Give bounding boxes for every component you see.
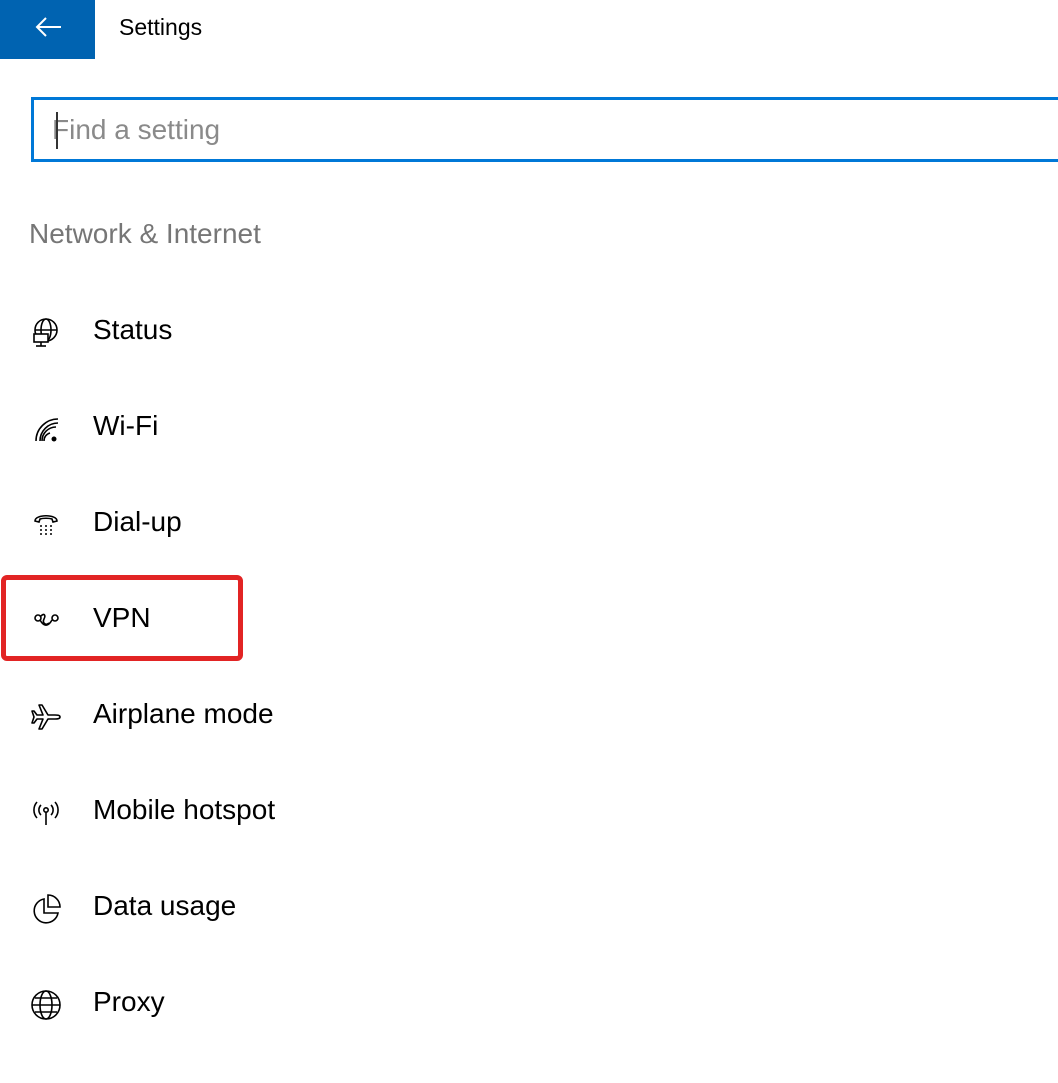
airplane-icon	[28, 699, 64, 735]
globe-icon	[28, 987, 64, 1023]
nav-label-data-usage: Data usage	[93, 890, 237, 921]
search-box[interactable]	[31, 97, 1058, 162]
hotspot-icon	[28, 795, 64, 831]
search-input[interactable]	[52, 108, 1012, 152]
network-status-icon	[28, 315, 64, 351]
arrow-left-icon	[34, 16, 62, 43]
nav-label-proxy: Proxy	[93, 986, 165, 1017]
nav-label-vpn: VPN	[93, 602, 151, 633]
nav-label-mobile-hotspot: Mobile hotspot	[93, 794, 276, 825]
nav-item-mobile-hotspot[interactable]: Mobile hotspot	[0, 776, 420, 846]
nav-label-status: Status	[93, 314, 173, 345]
nav-label-wifi: Wi-Fi	[93, 410, 159, 441]
vpn-icon	[28, 603, 64, 639]
nav-item-dialup[interactable]: Dial-up	[0, 488, 420, 558]
nav-item-proxy[interactable]: Proxy	[0, 968, 420, 1038]
title-bar: Settings	[0, 0, 1058, 59]
wifi-icon	[28, 411, 64, 447]
nav-label-airplane-mode: Airplane mode	[93, 698, 274, 729]
app-title: Settings	[119, 14, 203, 40]
nav-label-dialup: Dial-up	[93, 506, 182, 537]
nav-item-status[interactable]: Status	[0, 296, 420, 366]
text-caret	[56, 112, 58, 149]
section-title: Network & Internet	[29, 218, 261, 249]
nav-item-wifi[interactable]: Wi-Fi	[0, 392, 420, 462]
pie-chart-icon	[28, 891, 64, 927]
nav-item-airplane-mode[interactable]: Airplane mode	[0, 680, 420, 750]
nav-item-vpn[interactable]: VPN	[0, 584, 420, 654]
dialup-phone-icon	[28, 507, 64, 543]
back-button[interactable]	[0, 0, 95, 59]
nav-item-data-usage[interactable]: Data usage	[0, 872, 420, 942]
